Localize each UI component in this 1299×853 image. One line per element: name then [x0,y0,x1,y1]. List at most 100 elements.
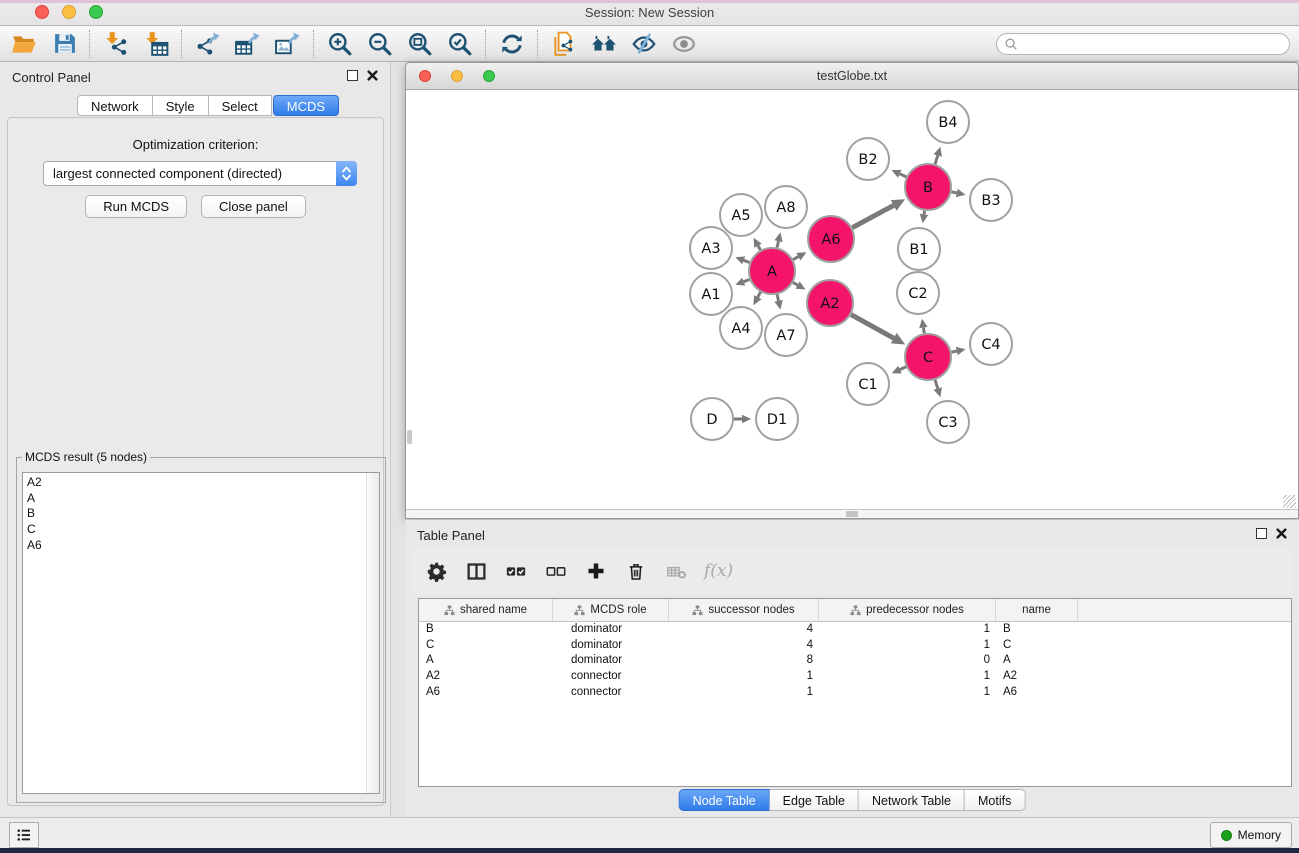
export-image-button[interactable] [274,30,302,58]
table-cell[interactable]: dominator [553,638,669,654]
table-row[interactable]: A6connector11A6 [419,685,1291,701]
run-mcds-button[interactable]: Run MCDS [85,195,187,218]
tab-node-table[interactable]: Node Table [679,789,770,811]
graph-node-C4[interactable]: C4 [970,323,1012,365]
create-column-button[interactable] [584,559,608,583]
tab-mcds[interactable]: MCDS [273,95,339,116]
graph-node-A7[interactable]: A7 [765,314,807,356]
delete-columns-button[interactable] [624,559,648,583]
export-network-button[interactable] [194,30,222,58]
graph-edge-A-A6[interactable] [793,252,806,260]
table-cell[interactable]: A2 [419,669,553,685]
tab-style[interactable]: Style [153,95,209,116]
toggle-columns-button[interactable] [464,559,488,583]
float-table-panel-icon[interactable] [1256,528,1267,539]
table-cell[interactable]: B [996,622,1078,638]
network-canvas[interactable]: B4B2BB3A8A5A6A3B1AA1C2A2A4A7C4CC1DD1C3 [406,90,1298,510]
tab-network[interactable]: Network [77,95,153,116]
graph-node-B[interactable]: B [905,164,951,210]
graph-node-A1[interactable]: A1 [690,273,732,315]
table-settings-button[interactable] [424,559,448,583]
horizontal-scrollbar[interactable] [406,509,1298,518]
window-titlebar[interactable]: Session: New Session [0,0,1299,26]
table-cell[interactable]: 1 [669,669,819,685]
graph-edge-A-A3[interactable] [735,256,749,264]
graph-edge-A-A7[interactable] [774,294,782,309]
table-row[interactable]: A2connector11A2 [419,669,1291,685]
table-cell[interactable]: 1 [819,685,996,701]
graph-node-A4[interactable]: A4 [720,307,762,349]
graph-edge-A-A2[interactable] [793,281,806,289]
open-session-button[interactable] [10,30,38,58]
table-cell[interactable]: A6 [996,685,1078,701]
graph-node-A6[interactable]: A6 [808,216,854,262]
graph-edge-A-A5[interactable] [754,238,762,250]
task-history-button[interactable] [9,822,39,848]
graph-node-D1[interactable]: D1 [756,398,798,440]
mcds-result-list[interactable]: A2ABCA6 [22,472,380,794]
graph-node-A2[interactable]: A2 [807,280,853,326]
graph-edge-C-C2[interactable] [919,319,927,334]
tab-network-table[interactable]: Network Table [859,789,965,811]
table-cell[interactable]: dominator [553,622,669,638]
mcds-result-item[interactable]: B [27,506,379,522]
table-cell[interactable]: 0 [819,653,996,669]
tab-motifs[interactable]: Motifs [965,789,1025,811]
select-all-columns-button[interactable] [504,559,528,583]
table-row[interactable]: Bdominator41B [419,622,1291,638]
graph-node-C3[interactable]: C3 [927,401,969,443]
table-row[interactable]: Cdominator41C [419,638,1291,654]
table-cell[interactable]: 4 [669,622,819,638]
refresh-button[interactable] [498,30,526,58]
table-cell[interactable]: dominator [553,653,669,669]
new-network-clone-button[interactable] [550,30,578,58]
network-window-titlebar[interactable]: testGlobe.txt [406,63,1298,90]
graph-node-C1[interactable]: C1 [847,363,889,405]
mcds-result-item[interactable]: A6 [27,538,379,554]
import-table-button[interactable] [142,30,170,58]
table-cell[interactable]: B [419,622,553,638]
graph-edge-C-C3[interactable] [934,380,942,397]
graph-node-D[interactable]: D [691,398,733,440]
tab-select[interactable]: Select [209,95,272,116]
float-panel-icon[interactable] [347,70,358,81]
table-cell[interactable]: A [996,653,1078,669]
table-cell[interactable]: 1 [819,638,996,654]
graph-node-C[interactable]: C [905,334,951,380]
graph-edge-A-A8[interactable] [774,232,782,247]
mcds-result-item[interactable]: C [27,522,379,538]
save-session-button[interactable] [50,30,78,58]
zoom-fit-button[interactable] [406,30,434,58]
zoom-selected-button[interactable] [446,30,474,58]
hide-graphics-details-button[interactable] [630,30,658,58]
graph-node-C2[interactable]: C2 [897,272,939,314]
first-neighbors-button[interactable] [590,30,618,58]
column-header-name[interactable]: name [996,599,1078,621]
close-table-panel-icon[interactable] [1276,528,1287,539]
table-cell[interactable]: A [419,653,553,669]
table-cell[interactable]: connector [553,669,669,685]
table-cell[interactable]: 1 [819,669,996,685]
scrollbar-track[interactable] [366,473,379,793]
graph-node-B2[interactable]: B2 [847,138,889,180]
graph-edge-A-A4[interactable] [753,292,761,305]
graph-node-A5[interactable]: A5 [720,194,762,236]
table-cell[interactable]: connector [553,685,669,701]
mcds-result-item[interactable]: A2 [27,475,379,491]
table-row[interactable]: Adominator80A [419,653,1291,669]
graph-node-B1[interactable]: B1 [898,228,940,270]
graph-node-A8[interactable]: A8 [765,186,807,228]
close-panel-icon[interactable] [367,70,378,81]
import-network-button[interactable] [102,30,130,58]
graph-edge-C-C1[interactable] [892,366,906,374]
column-header-MCDS-role[interactable]: MCDS role [553,599,669,621]
graph-edge-A6-B[interactable] [852,199,905,227]
resize-grip-icon[interactable] [1283,495,1296,508]
graph-edge-B-B3[interactable] [952,189,966,197]
optimization-criterion-select[interactable]: largest connected component (directed) [43,161,357,186]
table-cell[interactable]: A6 [419,685,553,701]
graph-edge-C-C4[interactable] [952,347,966,355]
graph-edge-B-B4[interactable] [934,147,942,164]
graph-edge-B-B2[interactable] [892,170,907,178]
graph-edge-A2-C[interactable] [851,315,905,345]
